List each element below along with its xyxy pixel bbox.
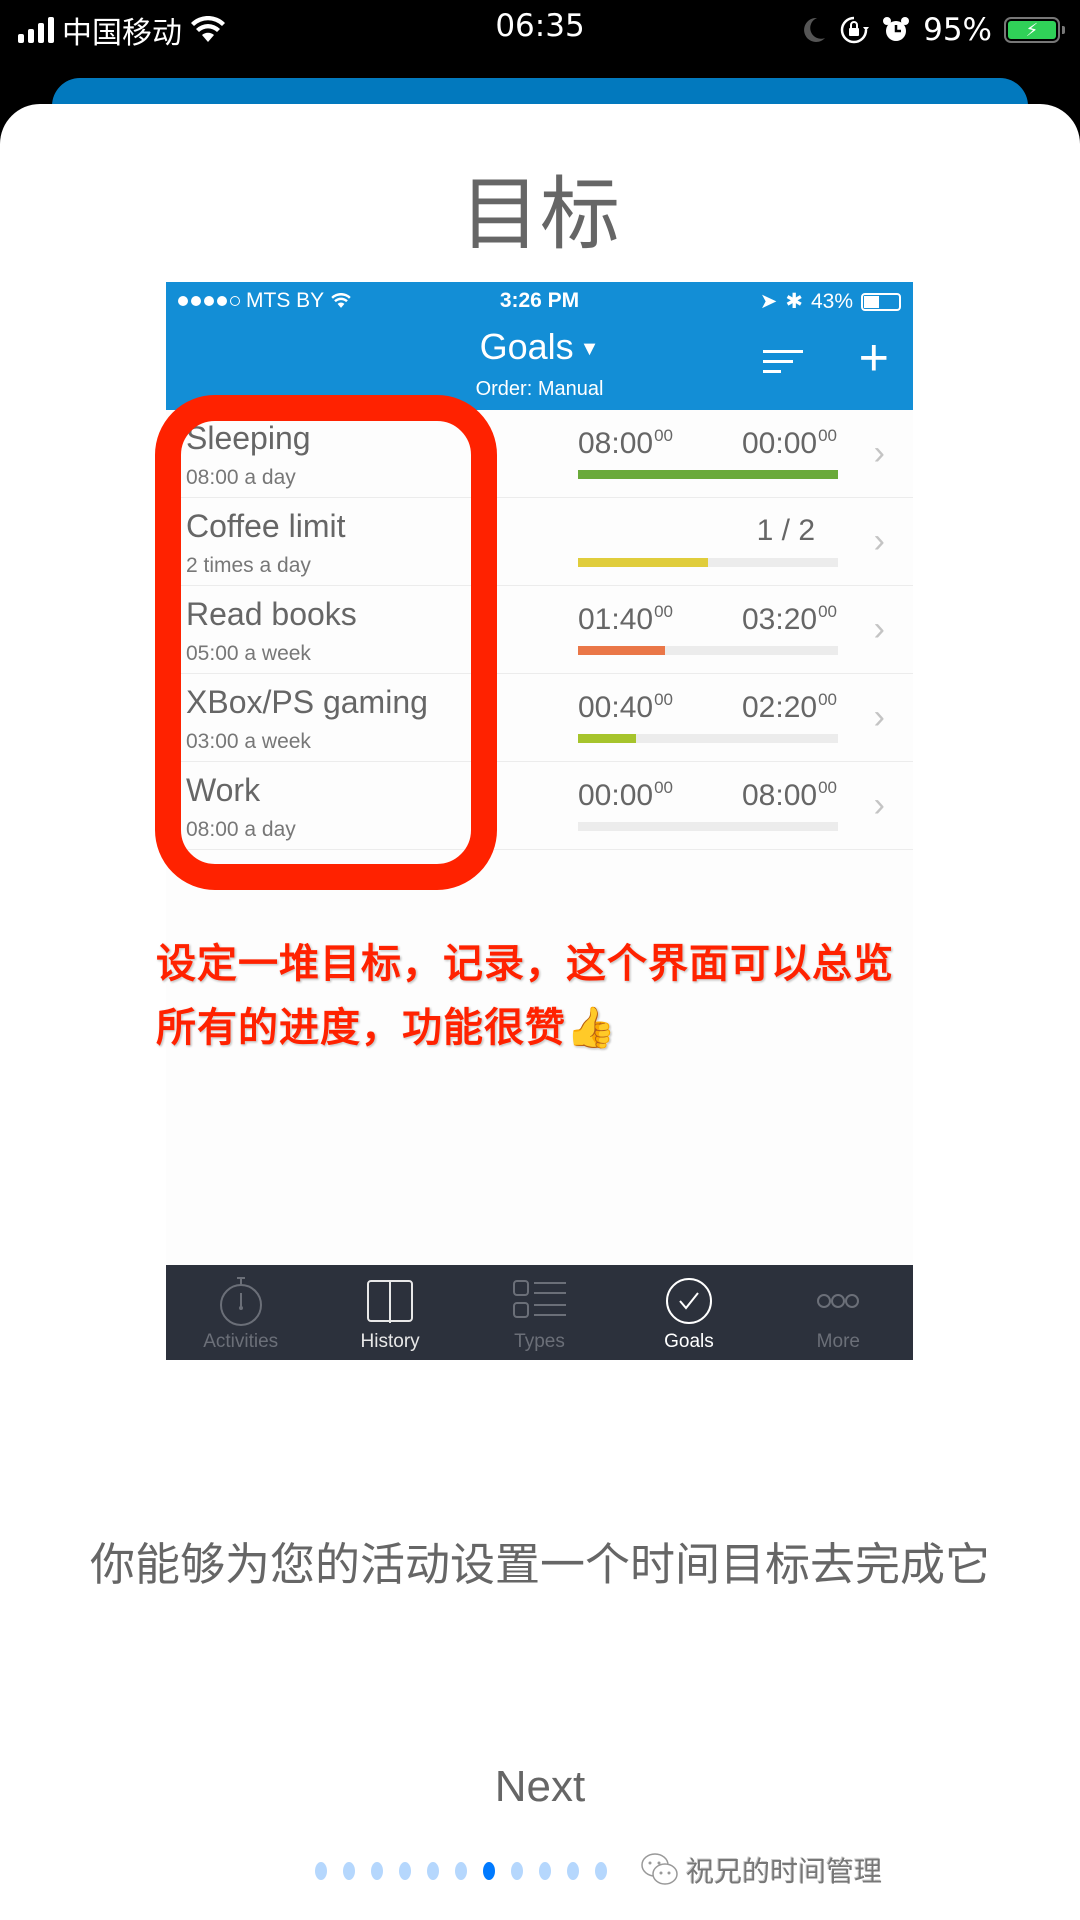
goal-done: 08:0000 — [578, 426, 673, 461]
remaining-seconds: 00 — [818, 690, 837, 709]
done-seconds: 00 — [654, 426, 673, 445]
chevron-right-icon: › — [873, 434, 885, 472]
page-title: 目标 — [460, 168, 620, 261]
goal-done: 01:4000 — [578, 602, 673, 637]
goal-check-icon — [665, 1278, 712, 1324]
chevron-right-icon: › — [873, 786, 885, 824]
page-dot[interactable] — [567, 1862, 579, 1880]
tab-label: Goals — [664, 1331, 714, 1352]
page-dot[interactable] — [539, 1862, 551, 1880]
add-goal-button[interactable]: + — [859, 332, 889, 384]
tab-label: Types — [514, 1331, 565, 1352]
page-dot[interactable] — [427, 1862, 439, 1880]
done-time: 08:00 — [578, 427, 654, 460]
sort-button[interactable] — [763, 350, 803, 378]
watermark-text: 祝兄的时间管理 — [686, 1855, 883, 1888]
done-seconds: 00 — [654, 778, 673, 797]
app-tab-bar: Activities History Types Goals More — [166, 1265, 913, 1360]
battery-percent: 95% — [923, 12, 992, 48]
tab-goals[interactable]: Goals — [614, 1265, 763, 1360]
page-dot[interactable] — [315, 1862, 327, 1880]
annotation-line-2: 所有的进度，功能很赞👍 — [156, 1005, 617, 1051]
tab-activities[interactable]: Activities — [166, 1265, 315, 1360]
stopwatch-icon — [219, 1277, 262, 1326]
tab-more[interactable]: More — [764, 1265, 913, 1360]
remaining-seconds: 00 — [818, 602, 837, 621]
remaining-seconds: 00 — [818, 426, 837, 445]
nav-title-text: Goals — [479, 326, 574, 367]
remaining-time: 00:00 — [742, 427, 818, 460]
done-seconds: 00 — [654, 602, 673, 621]
done-seconds: 00 — [654, 690, 673, 709]
battery-icon — [861, 292, 901, 311]
page-dot-active[interactable] — [483, 1862, 495, 1880]
app-header: MTS BY 3:26 PM ➤ ✱ 43% Goals ▼ Order: Man… — [166, 282, 913, 410]
tab-label: History — [360, 1331, 420, 1352]
page-description: 你能够为您的活动设置一个时间目标去完成它 — [89, 1538, 990, 1591]
status-bar: 中国移动 06:35 95% ⚡ — [0, 0, 1080, 60]
wechat-icon — [641, 1853, 678, 1885]
goal-remaining: 03:2000 — [742, 602, 837, 637]
tab-history[interactable]: History — [315, 1265, 464, 1360]
goal-progress-bar — [578, 822, 838, 831]
page-dot[interactable] — [371, 1862, 383, 1880]
goal-remaining: 00:0000 — [742, 426, 837, 461]
done-time: 01:40 — [578, 603, 654, 636]
goal-progress-bar — [578, 734, 838, 743]
tab-label: Activities — [203, 1331, 279, 1352]
alarm-icon — [883, 17, 910, 41]
chevron-right-icon: › — [873, 522, 885, 560]
remaining-time: 02:20 — [742, 691, 818, 724]
app-battery-percent: 43% — [810, 289, 853, 313]
page-dot[interactable] — [343, 1862, 355, 1880]
more-icon — [817, 1294, 860, 1308]
remaining-time: 03:20 — [742, 603, 818, 636]
page-dot[interactable] — [595, 1862, 607, 1880]
goal-remaining: 02:2000 — [742, 690, 837, 725]
rotation-lock-icon — [840, 16, 870, 44]
annotation-highlight-box — [155, 395, 497, 890]
page-dot[interactable] — [455, 1862, 467, 1880]
goal-count: 1 / 2 — [756, 514, 815, 547]
watermark: 祝兄的时间管理 — [640, 1850, 882, 1890]
chevron-right-icon: › — [873, 698, 885, 736]
caret-down-icon: ▼ — [579, 337, 600, 360]
remaining-seconds: 00 — [818, 778, 837, 797]
page-dot[interactable] — [511, 1862, 523, 1880]
book-icon — [367, 1280, 414, 1323]
annotation-caption: 设定一堆目标，记录，这个界面可以总览 所有的进度，功能很赞👍 — [156, 932, 936, 1060]
app-status-bar: MTS BY 3:26 PM ➤ ✱ 43% — [166, 282, 913, 320]
goal-progress-bar — [578, 470, 838, 479]
remaining-time: 08:00 — [742, 779, 818, 812]
bluetooth-icon: ✱ — [785, 290, 803, 313]
done-time: 00:40 — [578, 691, 654, 724]
goal-done: 00:0000 — [578, 778, 673, 813]
tab-types[interactable]: Types — [465, 1265, 614, 1360]
list-icon — [512, 1280, 566, 1318]
done-time: 00:00 — [578, 779, 654, 812]
annotation-line-1: 设定一堆目标，记录，这个界面可以总览 — [156, 941, 894, 987]
goal-remaining: 08:0000 — [742, 778, 837, 813]
page-indicator[interactable] — [315, 1862, 607, 1880]
battery-charging-icon: ⚡ — [1004, 17, 1065, 43]
goal-done: 00:4000 — [578, 690, 673, 725]
goal-progress-bar — [578, 558, 838, 567]
moon-icon — [804, 17, 826, 42]
chevron-right-icon: › — [873, 610, 885, 648]
goal-progress-bar — [578, 646, 838, 655]
page-dot[interactable] — [399, 1862, 411, 1880]
tab-label: More — [816, 1331, 860, 1352]
location-icon: ➤ — [759, 290, 778, 313]
next-button[interactable]: Next — [0, 1762, 1080, 1812]
